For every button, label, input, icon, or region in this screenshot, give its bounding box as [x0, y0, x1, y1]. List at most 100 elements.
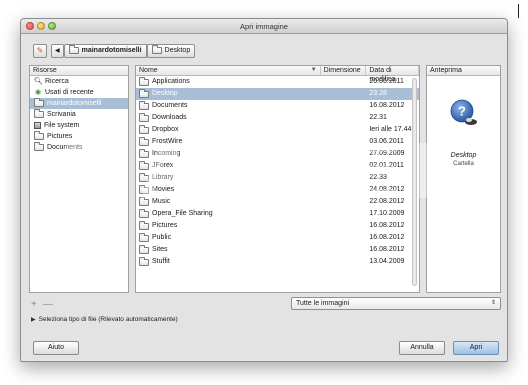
sidebar-item-pictures[interactable]: Pictures [30, 131, 128, 142]
folder-icon [139, 196, 149, 206]
file-name: Documents [152, 102, 188, 109]
table-row[interactable]: Library 22.33 [136, 172, 419, 184]
file-name: Desktop [152, 90, 178, 97]
folder-icon [139, 76, 149, 86]
table-row[interactable]: Documents 16.08.2012 [136, 100, 419, 112]
edge-mark [518, 4, 519, 18]
folder-icon [139, 88, 149, 98]
folder-icon [139, 184, 149, 194]
vertical-scrollbar[interactable] [412, 78, 417, 286]
titlebar: Apri immagine [21, 19, 507, 34]
table-row[interactable]: Public 16.08.2012 [136, 232, 419, 244]
help-button[interactable]: Aiuto [33, 341, 79, 355]
sidebar-item-label: Documents [47, 144, 83, 151]
home-folder-icon [34, 98, 44, 107]
sidebar-item-desktop[interactable]: Scrivania [30, 109, 128, 120]
sort-descending-icon: ▼ [310, 67, 317, 73]
places-sidebar: Risorse 🔍︎ Ricerca ◉ Usati di recente ma… [29, 65, 129, 293]
folder-icon [139, 172, 149, 182]
search-icon: 🔍︎ [34, 78, 43, 85]
sidebar-item-label: File system [44, 122, 80, 129]
folder-icon [34, 109, 44, 118]
folder-icon [139, 220, 149, 230]
path-segment-home[interactable]: mainardotomiselli [63, 43, 147, 58]
file-name: Pictures [152, 222, 178, 229]
sidebar-item-home[interactable]: mainardotomiselli [30, 98, 128, 109]
preview-panel: Anteprima ? Desktop Cartella [426, 65, 501, 293]
file-list: Nome ▼ Dimensione Data di modifica Appli… [135, 65, 420, 293]
recent-icon: ◉ [34, 89, 42, 96]
table-row[interactable]: Movies 24.08.2012 [136, 184, 419, 196]
table-row[interactable]: Stuffit 13.04.2009 [136, 256, 419, 268]
folder-icon [139, 208, 149, 218]
table-row[interactable]: Incoming 27.09.2009 [136, 148, 419, 160]
column-header-date[interactable]: Data di modifica [366, 66, 419, 83]
preview-kind: Cartella [453, 161, 474, 167]
path-segment-label: Desktop [164, 47, 191, 54]
file-name: Dropbox [152, 126, 179, 133]
file-type-disclosure[interactable]: ▶ Seleziona tipo di file (Rilevato autom… [31, 316, 178, 323]
path-segment-label: mainardotomiselli [81, 47, 142, 54]
remove-place-button[interactable]: — [43, 299, 53, 310]
folder-icon [139, 244, 149, 254]
folder-icon [139, 124, 149, 134]
folder-icon [34, 142, 44, 151]
left-arrow-icon[interactable]: ◀ [51, 43, 64, 58]
add-remove-controls: + — [31, 299, 53, 310]
svg-text:?: ? [458, 104, 466, 119]
folder-icon [151, 45, 162, 54]
disclosure-triangle-icon[interactable]: ▶ [31, 316, 36, 323]
file-name: Music [152, 198, 171, 205]
sidebar-item-filesystem[interactable]: File system [30, 120, 128, 131]
path-segment-desktop[interactable]: Desktop [146, 43, 196, 58]
file-name: Applications [152, 78, 190, 85]
table-row[interactable]: JForex 02.01.2011 [136, 160, 419, 172]
window-title: Apri immagine [240, 22, 288, 31]
file-list-header: Nome ▼ Dimensione Data di modifica [136, 66, 419, 83]
cancel-button[interactable]: Annulla [399, 341, 445, 355]
table-row[interactable]: Music 22.08.2012 [136, 196, 419, 208]
file-name: Sites [152, 246, 168, 253]
folder-icon [34, 131, 44, 140]
file-name: Library [152, 174, 174, 181]
sidebar-item-search[interactable]: 🔍︎ Ricerca [30, 76, 128, 87]
folder-icon [139, 100, 149, 110]
preview-name: Desktop [450, 152, 477, 159]
file-name: FrostWire [152, 138, 183, 145]
sidebar-item-label: mainardotomiselli [47, 100, 102, 107]
pencil-icon[interactable]: ✎ [33, 43, 47, 58]
sidebar-item-documents[interactable]: Documents [30, 142, 128, 153]
column-header-name[interactable]: Nome ▼ [136, 66, 321, 75]
file-name: Public [152, 234, 172, 241]
table-row[interactable]: Opera_File Sharing 17.10.2009 [136, 208, 419, 220]
table-row[interactable]: Sites 16.08.2012 [136, 244, 419, 256]
folder-icon [139, 136, 149, 146]
updown-arrows-icon: ⇕ [490, 300, 496, 306]
sidebar-item-recent[interactable]: ◉ Usati di recente [30, 87, 128, 98]
file-name: Movies [152, 186, 175, 193]
file-type-label: Seleziona tipo di file (Rilevato automat… [38, 316, 178, 323]
table-row[interactable]: Dropbox Ieri alle 17.44 [136, 124, 419, 136]
file-name: Downloads [152, 114, 187, 121]
table-row[interactable]: Downloads 22.31 [136, 112, 419, 124]
file-name: Stuffit [152, 258, 170, 265]
open-button[interactable]: Apri [453, 341, 499, 355]
column-header-size[interactable]: Dimensione [321, 66, 367, 75]
sidebar-item-label: Pictures [47, 133, 73, 140]
table-row[interactable]: FrostWire 03.06.2011 [136, 136, 419, 148]
sidebar-item-label: Scrivania [47, 111, 76, 118]
table-row[interactable]: Desktop 23.28 [136, 88, 419, 100]
sidebar-item-label: Usati di recente [45, 89, 94, 96]
folder-icon [68, 45, 79, 54]
sidebar-item-label: Ricerca [45, 78, 69, 85]
file-filter-select[interactable]: Tutte le immagini ⇕ [291, 297, 501, 310]
folder-icon [139, 148, 149, 158]
folder-icon [139, 256, 149, 266]
open-image-dialog: Apri immagine ✎ ◀ mainardotomiselli Desk… [20, 18, 508, 362]
disk-icon [34, 122, 41, 129]
add-place-button[interactable]: + [31, 299, 37, 310]
file-name: Opera_File Sharing [152, 210, 213, 217]
question-icon: ? [450, 99, 477, 125]
preview-header: Anteprima [427, 66, 500, 76]
table-row[interactable]: Pictures 16.08.2012 [136, 220, 419, 232]
